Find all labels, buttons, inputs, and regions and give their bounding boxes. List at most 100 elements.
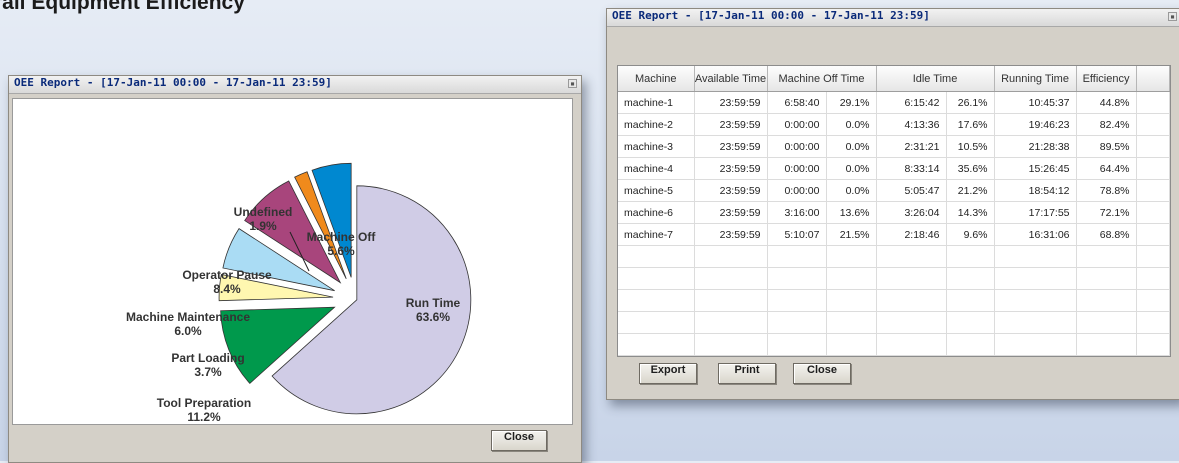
pie-value-label: 11.2% — [187, 410, 221, 424]
table-window-title: OEE Report - [17-Jan-11 00:00 - 17-Jan-1… — [612, 9, 930, 22]
table-cell: 23:59:59 — [694, 113, 768, 136]
table-cell: 0:00:00 — [767, 113, 827, 136]
empty-cell — [1136, 289, 1170, 312]
empty-cell — [826, 267, 877, 290]
empty-cell — [876, 267, 947, 290]
table-cell: 0.0% — [826, 113, 877, 136]
empty-cell — [826, 333, 877, 356]
table-cell: 68.8% — [1076, 223, 1137, 246]
table-row[interactable]: machine-5 23:59:59 0:00:00 0.0% 5:05:47 21.2%… — [618, 179, 1170, 202]
table-cell: 21.2% — [946, 179, 995, 202]
table-header-row: Machine Available Time Machine Off Time … — [618, 66, 1170, 92]
column-header-filler — [1136, 66, 1170, 92]
table-cell-filler — [1136, 201, 1170, 224]
empty-cell — [876, 245, 947, 268]
empty-cell — [1136, 333, 1170, 356]
empty-cell — [876, 289, 947, 312]
table-cell: 14.3% — [946, 201, 995, 224]
page-heading: rall Equipment Efficiency — [0, 0, 245, 14]
pie-value-label: 3.7% — [194, 365, 222, 379]
table-cell: 21.5% — [826, 223, 877, 246]
chart-close-button[interactable]: Close — [491, 430, 547, 451]
empty-cell — [694, 267, 768, 290]
table-row[interactable]: machine-4 23:59:59 0:00:00 0.0% 8:33:14 35.6%… — [618, 157, 1170, 180]
empty-cell — [767, 245, 827, 268]
empty-cell — [694, 355, 768, 356]
table-close-button[interactable]: Close — [793, 363, 851, 384]
empty-cell — [946, 245, 995, 268]
empty-cell — [767, 333, 827, 356]
empty-cell — [694, 333, 768, 356]
table-row[interactable]: machine-7 23:59:59 5:10:07 21.5% 2:18:46 9.6%… — [618, 223, 1170, 246]
table-cell-filler — [1136, 113, 1170, 136]
empty-cell — [694, 311, 768, 334]
table-cell: machine-5 — [618, 179, 695, 202]
oee-table: Machine Available Time Machine Off Time … — [617, 65, 1171, 357]
empty-cell — [618, 333, 695, 356]
empty-cell — [694, 245, 768, 268]
column-header-available-time[interactable]: Available Time — [694, 66, 768, 92]
column-header-machine-off-time[interactable]: Machine Off Time — [767, 66, 877, 92]
table-cell: 64.4% — [1076, 157, 1137, 180]
empty-cell — [1136, 355, 1170, 356]
empty-cell — [618, 267, 695, 290]
empty-cell — [618, 311, 695, 334]
empty-cell — [1076, 245, 1137, 268]
empty-cell — [826, 311, 877, 334]
table-cell: 13.6% — [826, 201, 877, 224]
table-row[interactable]: machine-6 23:59:59 3:16:00 13.6% 3:26:04 14.3… — [618, 201, 1170, 224]
table-cell: 23:59:59 — [694, 157, 768, 180]
table-cell-filler — [1136, 91, 1170, 114]
table-cell: 29.1% — [826, 91, 877, 114]
table-cell: machine-7 — [618, 223, 695, 246]
export-button[interactable]: Export — [639, 363, 697, 384]
window-control-icon[interactable]: ▪ — [568, 79, 577, 88]
table-row[interactable]: machine-1 23:59:59 6:58:40 29.1% 6:15:42 26.1… — [618, 91, 1170, 114]
empty-cell — [618, 289, 695, 312]
empty-cell — [1076, 355, 1137, 356]
table-cell: 5:10:07 — [767, 223, 827, 246]
pie-value-label: 63.6% — [416, 310, 450, 324]
column-header-running-time[interactable]: Running Time — [994, 66, 1077, 92]
table-cell: 0:00:00 — [767, 157, 827, 180]
print-button[interactable]: Print — [718, 363, 776, 384]
table-cell-filler — [1136, 157, 1170, 180]
empty-table-row — [618, 267, 1170, 290]
empty-cell — [994, 289, 1077, 312]
table-cell-filler — [1136, 223, 1170, 246]
table-cell: 17:17:55 — [994, 201, 1077, 224]
table-cell: 3:26:04 — [876, 201, 947, 224]
table-cell: 10.5% — [946, 135, 995, 158]
chart-window-title: OEE Report - [17-Jan-11 00:00 - 17-Jan-1… — [14, 76, 332, 89]
chart-window-titlebar[interactable]: OEE Report - [17-Jan-11 00:00 - 17-Jan-1… — [9, 76, 581, 94]
window-control-icon[interactable]: ▪ — [1168, 12, 1177, 21]
empty-cell — [1076, 311, 1137, 334]
table-cell: 35.6% — [946, 157, 995, 180]
column-header-machine[interactable]: Machine — [618, 66, 695, 92]
table-cell: 89.5% — [1076, 135, 1137, 158]
empty-cell — [994, 267, 1077, 290]
empty-cell — [946, 333, 995, 356]
empty-cell — [994, 245, 1077, 268]
pie-label: Machine Off — [307, 230, 377, 244]
empty-cell — [826, 245, 877, 268]
empty-cell — [1136, 267, 1170, 290]
table-cell: 3:16:00 — [767, 201, 827, 224]
empty-cell — [946, 289, 995, 312]
table-row[interactable]: machine-2 23:59:59 0:00:00 0.0% 4:13:36 17.6%… — [618, 113, 1170, 136]
column-header-efficiency[interactable]: Efficiency — [1076, 66, 1137, 92]
table-row[interactable]: machine-3 23:59:59 0:00:00 0.0% 2:31:21 10.5%… — [618, 135, 1170, 158]
empty-table-row — [618, 333, 1170, 356]
table-cell: 23:59:59 — [694, 201, 768, 224]
pie-label: Run Time — [406, 296, 461, 310]
table-cell: 6:58:40 — [767, 91, 827, 114]
pie-label: Operator Pause — [182, 268, 272, 282]
pie-value-label: 5.6% — [327, 244, 355, 258]
pie-value-label: 8.4% — [213, 282, 241, 296]
empty-cell — [946, 311, 995, 334]
table-window-titlebar[interactable]: OEE Report - [17-Jan-11 00:00 - 17-Jan-1… — [607, 9, 1179, 27]
pie-label: Machine Maintenance — [126, 310, 250, 324]
empty-cell — [994, 311, 1077, 334]
table-cell: 23:59:59 — [694, 91, 768, 114]
column-header-idle-time[interactable]: Idle Time — [876, 66, 995, 92]
